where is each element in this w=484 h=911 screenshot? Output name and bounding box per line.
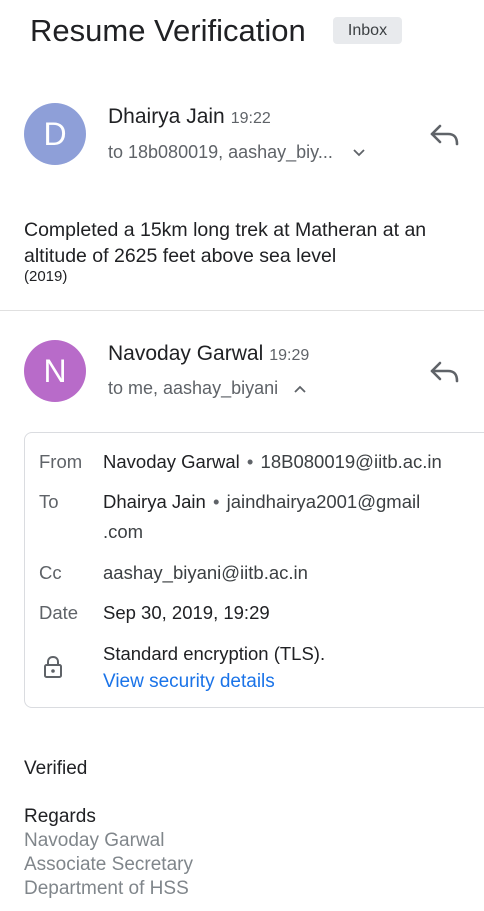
to-email-continued: .com bbox=[103, 517, 143, 547]
date-value: Sep 30, 2019, 19:29 bbox=[103, 602, 270, 623]
view-security-details-link[interactable]: View security details bbox=[103, 669, 275, 695]
sender-name: Navoday Garwal bbox=[108, 342, 264, 365]
message-header-sender[interactable]: Dhairya Jain 19:22 bbox=[108, 103, 271, 133]
separator-dot: • bbox=[212, 491, 220, 512]
date-label: Date bbox=[39, 602, 79, 623]
recipients-text: to me, aashay_biyani bbox=[108, 378, 279, 398]
from-label: From bbox=[39, 451, 83, 472]
inbox-label-badge[interactable]: Inbox bbox=[333, 17, 402, 44]
cc-value: aashay_biyani@iitb.ac.in bbox=[103, 558, 308, 588]
cc-label: Cc bbox=[39, 562, 62, 583]
reply-icon[interactable] bbox=[428, 118, 462, 152]
signature-title: Associate Secretary bbox=[24, 854, 193, 875]
reply-icon[interactable] bbox=[428, 355, 462, 389]
from-email[interactable]: 18B080019@iitb.ac.in bbox=[261, 451, 442, 472]
message-body-note: (2019) bbox=[24, 268, 68, 285]
message-body-line: altitude of 2625 feet above sea level bbox=[24, 245, 337, 267]
lock-icon bbox=[42, 655, 64, 679]
avatar[interactable]: N bbox=[24, 340, 86, 402]
to-email[interactable]: jaindhairya2001@gmail bbox=[227, 491, 421, 512]
message-body-line: Completed a 15km long trek at Matheran a… bbox=[24, 219, 427, 241]
sender-name: Dhairya Jain bbox=[108, 105, 225, 128]
message-divider bbox=[0, 310, 484, 311]
message-time: 19:22 bbox=[230, 110, 271, 127]
recipients-text: to 18b080019, aashay_biy... bbox=[108, 142, 333, 162]
signature-regards: Regards bbox=[24, 806, 96, 827]
message-header-sender[interactable]: Navoday Garwal 19:29 bbox=[108, 340, 309, 370]
separator-dot: • bbox=[246, 451, 254, 472]
to-label: To bbox=[39, 491, 59, 512]
recipients-summary[interactable]: to me, aashay_biyani bbox=[108, 375, 307, 403]
email-subject: Resume Verification bbox=[30, 13, 306, 48]
message-body-text: Verified bbox=[24, 758, 88, 779]
message-time: 19:29 bbox=[269, 347, 310, 364]
chevron-up-icon[interactable] bbox=[293, 377, 307, 403]
to-value: Dhairya Jain • jaindhairya2001@gmail bbox=[103, 487, 420, 517]
to-email-part[interactable]: .com bbox=[103, 521, 143, 542]
encryption-text: Standard encryption (TLS). bbox=[103, 643, 326, 664]
signature-name: Navoday Garwal bbox=[24, 830, 165, 851]
chevron-down-icon[interactable] bbox=[352, 141, 366, 167]
to-name: Dhairya Jain bbox=[103, 491, 206, 512]
from-value: Navoday Garwal • 18B080019@iitb.ac.in bbox=[103, 447, 442, 477]
recipients-summary[interactable]: to 18b080019, aashay_biy... bbox=[108, 139, 366, 167]
from-name: Navoday Garwal bbox=[103, 451, 240, 472]
avatar[interactable]: D bbox=[24, 103, 86, 165]
signature-department: Department of HSS bbox=[24, 878, 189, 899]
cc-email[interactable]: aashay_biyani@iitb.ac.in bbox=[103, 562, 308, 583]
